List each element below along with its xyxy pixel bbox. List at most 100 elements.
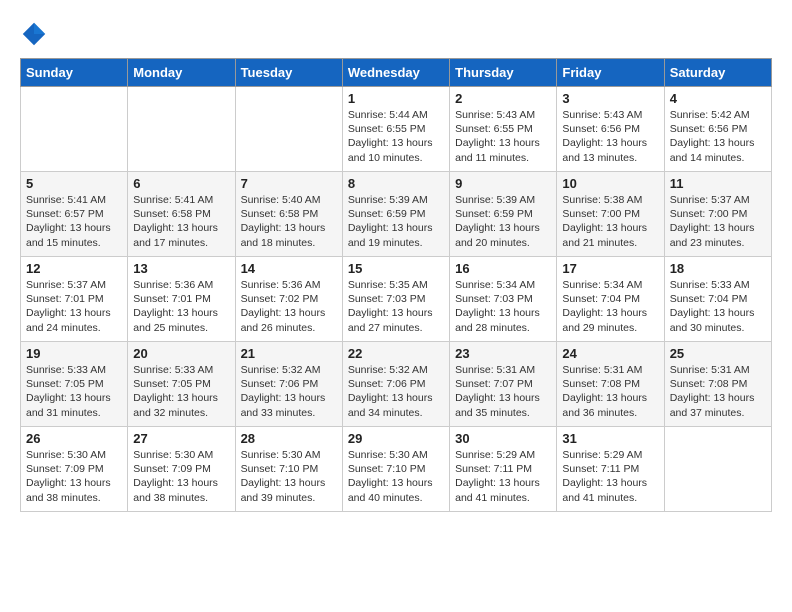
calendar-cell: 5 Sunrise: 5:41 AM Sunset: 6:57 PM Daylig… bbox=[21, 172, 128, 257]
day-info: Sunrise: 5:39 AM Sunset: 6:59 PM Dayligh… bbox=[455, 193, 551, 250]
day-number: 29 bbox=[348, 431, 444, 446]
day-number: 8 bbox=[348, 176, 444, 191]
day-number: 13 bbox=[133, 261, 229, 276]
day-info: Sunrise: 5:38 AM Sunset: 7:00 PM Dayligh… bbox=[562, 193, 658, 250]
calendar-table: SundayMondayTuesdayWednesdayThursdayFrid… bbox=[20, 58, 772, 512]
calendar-cell: 21 Sunrise: 5:32 AM Sunset: 7:06 PM Dayli… bbox=[235, 342, 342, 427]
day-number: 18 bbox=[670, 261, 766, 276]
day-info: Sunrise: 5:36 AM Sunset: 7:02 PM Dayligh… bbox=[241, 278, 337, 335]
week-row-3: 12 Sunrise: 5:37 AM Sunset: 7:01 PM Dayli… bbox=[21, 257, 772, 342]
day-info: Sunrise: 5:31 AM Sunset: 7:08 PM Dayligh… bbox=[562, 363, 658, 420]
calendar-cell bbox=[235, 87, 342, 172]
calendar-cell: 22Sunrise: 5:32 AM Sunset: 7:06 PM Dayli… bbox=[342, 342, 449, 427]
day-info: Sunrise: 5:30 AM Sunset: 7:10 PM Dayligh… bbox=[348, 448, 444, 505]
week-row-1: 1 Sunrise: 5:44 AM Sunset: 6:55 PM Daylig… bbox=[21, 87, 772, 172]
calendar-cell bbox=[664, 427, 771, 512]
weekday-header-saturday: Saturday bbox=[664, 59, 771, 87]
day-info: Sunrise: 5:43 AM Sunset: 6:55 PM Dayligh… bbox=[455, 108, 551, 165]
day-number: 12 bbox=[26, 261, 122, 276]
day-number: 15 bbox=[348, 261, 444, 276]
calendar-cell: 15 Sunrise: 5:35 AM Sunset: 7:03 PM Dayli… bbox=[342, 257, 449, 342]
day-info: Sunrise: 5:34 AM Sunset: 7:03 PM Dayligh… bbox=[455, 278, 551, 335]
calendar-cell: 3 Sunrise: 5:43 AM Sunset: 6:56 PM Daylig… bbox=[557, 87, 664, 172]
day-number: 2 bbox=[455, 91, 551, 106]
day-info: Sunrise: 5:39 AM Sunset: 6:59 PM Dayligh… bbox=[348, 193, 444, 250]
day-info: Sunrise: 5:41 AM Sunset: 6:57 PM Dayligh… bbox=[26, 193, 122, 250]
day-number: 16 bbox=[455, 261, 551, 276]
calendar-cell: 12 Sunrise: 5:37 AM Sunset: 7:01 PM Dayli… bbox=[21, 257, 128, 342]
day-info: Sunrise: 5:36 AM Sunset: 7:01 PM Dayligh… bbox=[133, 278, 229, 335]
calendar-cell: 23 Sunrise: 5:31 AM Sunset: 7:07 PM Dayli… bbox=[450, 342, 557, 427]
day-number: 7 bbox=[241, 176, 337, 191]
day-info: Sunrise: 5:30 AM Sunset: 7:09 PM Dayligh… bbox=[133, 448, 229, 505]
weekday-header-tuesday: Tuesday bbox=[235, 59, 342, 87]
day-number: 17 bbox=[562, 261, 658, 276]
week-row-5: 26 Sunrise: 5:30 AM Sunset: 7:09 PM Dayli… bbox=[21, 427, 772, 512]
calendar-cell bbox=[128, 87, 235, 172]
header bbox=[20, 20, 772, 48]
calendar-cell: 7 Sunrise: 5:40 AM Sunset: 6:58 PM Daylig… bbox=[235, 172, 342, 257]
logo-icon bbox=[20, 20, 48, 48]
day-info: Sunrise: 5:35 AM Sunset: 7:03 PM Dayligh… bbox=[348, 278, 444, 335]
calendar-cell: 13 Sunrise: 5:36 AM Sunset: 7:01 PM Dayli… bbox=[128, 257, 235, 342]
day-number: 10 bbox=[562, 176, 658, 191]
day-number: 19 bbox=[26, 346, 122, 361]
day-info: Sunrise: 5:32 AM Sunset: 7:06 PM Dayligh… bbox=[348, 363, 444, 420]
calendar-cell: 14Sunrise: 5:36 AM Sunset: 7:02 PM Dayli… bbox=[235, 257, 342, 342]
week-row-4: 19 Sunrise: 5:33 AM Sunset: 7:05 PM Dayli… bbox=[21, 342, 772, 427]
calendar-cell: 28 Sunrise: 5:30 AM Sunset: 7:10 PM Dayli… bbox=[235, 427, 342, 512]
weekday-header-thursday: Thursday bbox=[450, 59, 557, 87]
week-row-2: 5 Sunrise: 5:41 AM Sunset: 6:57 PM Daylig… bbox=[21, 172, 772, 257]
calendar-cell: 11Sunrise: 5:37 AM Sunset: 7:00 PM Dayli… bbox=[664, 172, 771, 257]
calendar-cell: 19 Sunrise: 5:33 AM Sunset: 7:05 PM Dayli… bbox=[21, 342, 128, 427]
day-info: Sunrise: 5:33 AM Sunset: 7:05 PM Dayligh… bbox=[133, 363, 229, 420]
day-number: 30 bbox=[455, 431, 551, 446]
day-number: 3 bbox=[562, 91, 658, 106]
calendar-cell: 10 Sunrise: 5:38 AM Sunset: 7:00 PM Dayli… bbox=[557, 172, 664, 257]
calendar-cell: 8 Sunrise: 5:39 AM Sunset: 6:59 PM Daylig… bbox=[342, 172, 449, 257]
day-info: Sunrise: 5:42 AM Sunset: 6:56 PM Dayligh… bbox=[670, 108, 766, 165]
calendar-cell: 31 Sunrise: 5:29 AM Sunset: 7:11 PM Dayli… bbox=[557, 427, 664, 512]
logo bbox=[20, 20, 52, 48]
day-info: Sunrise: 5:37 AM Sunset: 7:01 PM Dayligh… bbox=[26, 278, 122, 335]
calendar-cell: 17 Sunrise: 5:34 AM Sunset: 7:04 PM Dayli… bbox=[557, 257, 664, 342]
day-info: Sunrise: 5:29 AM Sunset: 7:11 PM Dayligh… bbox=[455, 448, 551, 505]
calendar-cell: 26 Sunrise: 5:30 AM Sunset: 7:09 PM Dayli… bbox=[21, 427, 128, 512]
day-number: 20 bbox=[133, 346, 229, 361]
calendar-cell: 9 Sunrise: 5:39 AM Sunset: 6:59 PM Daylig… bbox=[450, 172, 557, 257]
calendar-cell bbox=[21, 87, 128, 172]
day-number: 9 bbox=[455, 176, 551, 191]
calendar-cell: 1 Sunrise: 5:44 AM Sunset: 6:55 PM Daylig… bbox=[342, 87, 449, 172]
day-number: 31 bbox=[562, 431, 658, 446]
day-number: 26 bbox=[26, 431, 122, 446]
day-number: 1 bbox=[348, 91, 444, 106]
calendar-cell: 27 Sunrise: 5:30 AM Sunset: 7:09 PM Dayli… bbox=[128, 427, 235, 512]
day-info: Sunrise: 5:44 AM Sunset: 6:55 PM Dayligh… bbox=[348, 108, 444, 165]
day-number: 21 bbox=[241, 346, 337, 361]
day-info: Sunrise: 5:31 AM Sunset: 7:07 PM Dayligh… bbox=[455, 363, 551, 420]
day-number: 28 bbox=[241, 431, 337, 446]
day-info: Sunrise: 5:32 AM Sunset: 7:06 PM Dayligh… bbox=[241, 363, 337, 420]
weekday-header-monday: Monday bbox=[128, 59, 235, 87]
weekday-header-friday: Friday bbox=[557, 59, 664, 87]
calendar-cell: 6Sunrise: 5:41 AM Sunset: 6:58 PM Daylig… bbox=[128, 172, 235, 257]
calendar-cell: 30 Sunrise: 5:29 AM Sunset: 7:11 PM Dayli… bbox=[450, 427, 557, 512]
day-info: Sunrise: 5:30 AM Sunset: 7:09 PM Dayligh… bbox=[26, 448, 122, 505]
day-number: 6 bbox=[133, 176, 229, 191]
day-info: Sunrise: 5:40 AM Sunset: 6:58 PM Dayligh… bbox=[241, 193, 337, 250]
day-number: 23 bbox=[455, 346, 551, 361]
day-info: Sunrise: 5:34 AM Sunset: 7:04 PM Dayligh… bbox=[562, 278, 658, 335]
calendar-cell: 18Sunrise: 5:33 AM Sunset: 7:04 PM Dayli… bbox=[664, 257, 771, 342]
day-info: Sunrise: 5:31 AM Sunset: 7:08 PM Dayligh… bbox=[670, 363, 766, 420]
day-info: Sunrise: 5:29 AM Sunset: 7:11 PM Dayligh… bbox=[562, 448, 658, 505]
day-number: 5 bbox=[26, 176, 122, 191]
day-info: Sunrise: 5:30 AM Sunset: 7:10 PM Dayligh… bbox=[241, 448, 337, 505]
day-info: Sunrise: 5:43 AM Sunset: 6:56 PM Dayligh… bbox=[562, 108, 658, 165]
day-number: 27 bbox=[133, 431, 229, 446]
weekday-header-sunday: Sunday bbox=[21, 59, 128, 87]
calendar-cell: 2 Sunrise: 5:43 AM Sunset: 6:55 PM Daylig… bbox=[450, 87, 557, 172]
calendar-cell: 29 Sunrise: 5:30 AM Sunset: 7:10 PM Dayli… bbox=[342, 427, 449, 512]
calendar-cell: 16 Sunrise: 5:34 AM Sunset: 7:03 PM Dayli… bbox=[450, 257, 557, 342]
weekday-header-wednesday: Wednesday bbox=[342, 59, 449, 87]
day-info: Sunrise: 5:33 AM Sunset: 7:05 PM Dayligh… bbox=[26, 363, 122, 420]
